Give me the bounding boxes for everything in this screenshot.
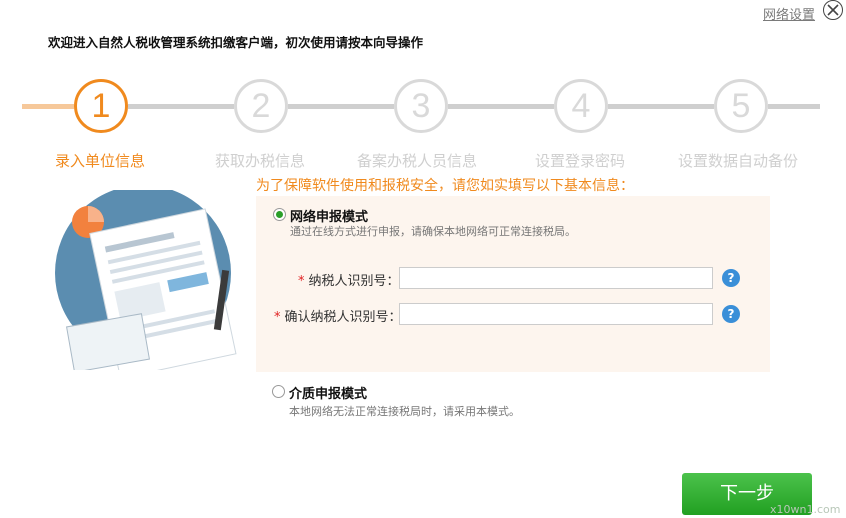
step-connector: [608, 104, 714, 109]
confirm-taxpayer-id-help-icon[interactable]: ?: [722, 305, 740, 323]
required-mark: *: [274, 310, 281, 325]
close-button[interactable]: [823, 0, 843, 20]
network-settings-link[interactable]: 网络设置: [763, 4, 815, 23]
step-connector: [768, 104, 820, 109]
step-connector: [448, 104, 554, 109]
media-mode-title: 介质申报模式: [289, 387, 368, 402]
step-connector: [128, 104, 234, 109]
document-illustration: [55, 190, 237, 370]
info-hint: 为了保障软件使用和报税安全，请您如实填写以下基本信息：: [256, 178, 634, 194]
step-5-label: 设置数据自动备份: [678, 152, 799, 170]
step-5-circle: 5: [714, 79, 768, 133]
required-mark: *: [298, 274, 305, 289]
step-3-label: 备案办税人员信息: [357, 152, 478, 170]
step-1-circle: 1: [74, 79, 128, 133]
taxpayer-id-label: * 纳税人识别号：: [298, 274, 400, 289]
network-mode-radio[interactable]: [273, 208, 286, 221]
watermark: x10wn1.com: [770, 503, 841, 516]
step-4-circle: 4: [554, 79, 608, 133]
taxpayer-id-input[interactable]: [399, 267, 713, 289]
close-icon: [827, 4, 839, 16]
taxpayer-id-help-icon[interactable]: ?: [722, 269, 740, 287]
media-mode-radio[interactable]: [272, 385, 285, 398]
step-1-label: 录入单位信息: [55, 152, 146, 170]
media-mode-desc: 本地网络无法正常连接税局时，请采用本模式。: [289, 405, 520, 418]
confirm-taxpayer-id-label: * 确认纳税人识别号：: [274, 310, 402, 325]
confirm-taxpayer-id-input[interactable]: [399, 303, 713, 325]
step-2-circle: 2: [234, 79, 288, 133]
welcome-text: 欢迎进入自然人税收管理系统扣缴客户端，初次使用请按本向导操作: [48, 35, 424, 50]
step-connector: [22, 104, 74, 109]
step-connector: [288, 104, 394, 109]
step-4-label: 设置登录密码: [535, 152, 626, 170]
step-3-circle: 3: [394, 79, 448, 133]
step-2-label: 获取办税信息: [215, 152, 306, 170]
network-mode-desc: 通过在线方式进行申报，请确保本地网络可正常连接税局。: [290, 225, 576, 238]
